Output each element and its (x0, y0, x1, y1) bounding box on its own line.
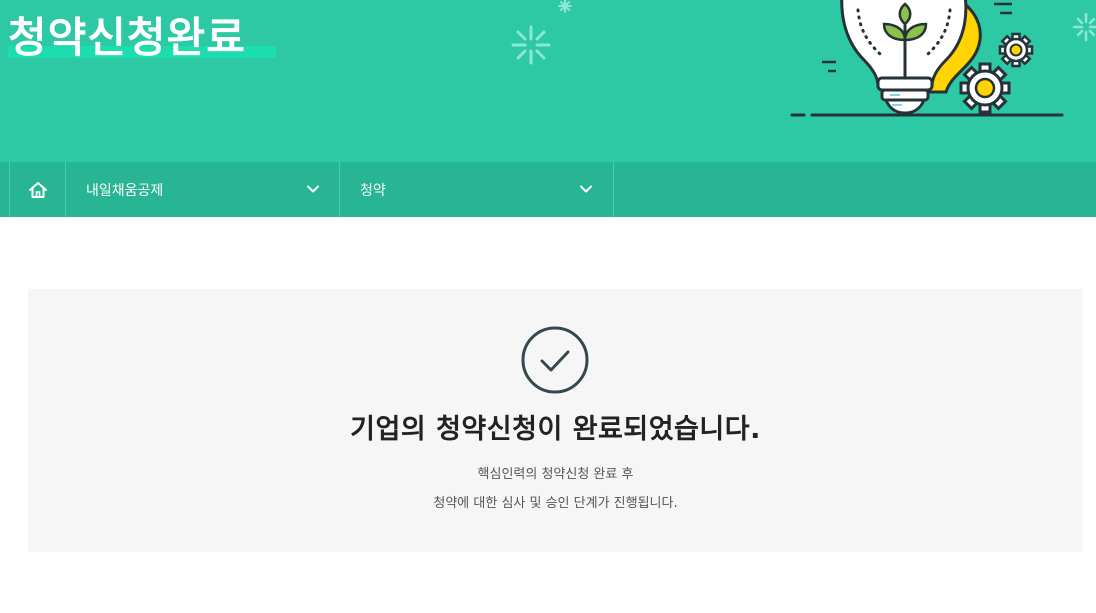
chevron-down-icon (580, 185, 592, 193)
hero-title-wrap: 청약신청완료 (8, 10, 276, 66)
completion-panel: 기업의 청약신청이 완료되었습니다. 핵심인력의 청약신청 완료 후 청약에 대… (28, 289, 1083, 552)
sparkle-icon (511, 25, 551, 65)
sparkle-icon (558, 0, 572, 13)
page-title: 청약신청완료 (8, 13, 246, 62)
hero-banner: 청약신청완료 (0, 0, 1096, 162)
completion-title: 기업의 청약신청이 완료되었습니다. (350, 414, 761, 445)
breadcrumb-level1-label: 내일채움공제 (86, 182, 164, 199)
chevron-down-icon (307, 185, 319, 193)
breadcrumb-dropdown-level2[interactable]: 청약 (339, 162, 614, 217)
breadcrumb: 내일채움공제 청약 (0, 162, 1096, 217)
breadcrumb-home-button[interactable] (9, 162, 66, 217)
home-icon (29, 181, 47, 198)
completion-description-line1: 핵심인력의 청약신청 완료 후 (477, 467, 634, 482)
completion-description-line2: 청약에 대한 심사 및 승인 단계가 진행됩니다. (433, 496, 678, 511)
lightbulb-gear-illustration (790, 0, 1064, 117)
breadcrumb-level2-label: 청약 (360, 182, 386, 199)
breadcrumb-dropdown-level1[interactable]: 내일채움공제 (65, 162, 340, 217)
check-circle-icon (521, 326, 589, 394)
